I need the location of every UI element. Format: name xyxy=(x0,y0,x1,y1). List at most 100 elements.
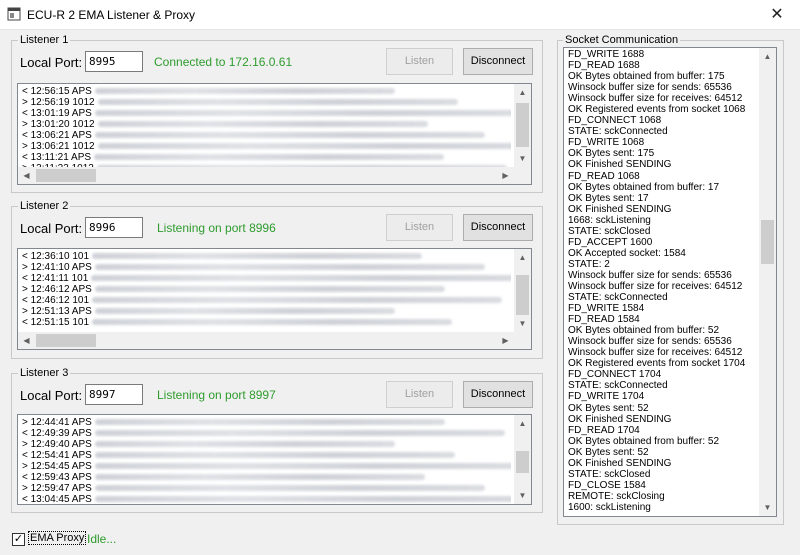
socket-log-row[interactable]: OK Accepted socket: 1584 xyxy=(568,248,758,259)
socket-vscroll[interactable]: ▲ ▼ xyxy=(759,48,776,516)
listener-3-port-input[interactable]: 8997 xyxy=(85,384,143,405)
socket-log-row[interactable]: FD_READ 1688 xyxy=(568,60,758,71)
log-row[interactable]: < 12:54:41 APS xyxy=(22,450,511,461)
socket-log[interactable]: FD_WRITE 1688 FD_READ 1688 OK Bytes obtain… xyxy=(563,47,777,517)
socket-log-row[interactable]: OK Bytes obtained from buffer: 52 xyxy=(568,325,758,336)
socket-log-row[interactable]: OK Bytes sent: 52 xyxy=(568,447,758,458)
ema-proxy-checkbox[interactable]: ✓ xyxy=(12,533,25,546)
listener-2-vscroll[interactable]: ▲ ▼ xyxy=(514,249,531,332)
log-row[interactable]: > 12:56:19 1012 xyxy=(22,97,511,108)
socket-log-row[interactable]: OK Bytes obtained from buffer: 17 xyxy=(568,182,758,193)
scroll-up-icon[interactable]: ▲ xyxy=(759,48,776,65)
scroll-thumb[interactable] xyxy=(36,169,96,182)
socket-log-row[interactable]: STATE: sckClosed xyxy=(568,469,758,480)
listener-3-disconnect-button[interactable]: Disconnect xyxy=(463,381,533,408)
log-row[interactable]: > 12:41:10 APS xyxy=(22,262,511,273)
listener-2-port-input[interactable]: 8996 xyxy=(85,217,143,238)
socket-log-row[interactable]: FD_READ 1068 xyxy=(568,171,758,182)
scroll-up-icon[interactable]: ▲ xyxy=(514,415,531,432)
scroll-up-icon[interactable]: ▲ xyxy=(514,84,531,101)
socket-log-row[interactable]: OK Bytes obtained from buffer: 52 xyxy=(568,436,758,447)
log-row[interactable]: > 12:51:13 APS xyxy=(22,306,511,317)
scroll-left-icon[interactable]: ◀ xyxy=(18,167,35,184)
socket-log-row[interactable]: FD_WRITE 1704 xyxy=(568,391,758,402)
listener-1-hscroll[interactable]: ◀ ▶ xyxy=(18,167,514,184)
socket-log-row[interactable]: FD_WRITE 1068 xyxy=(568,137,758,148)
scroll-down-icon[interactable]: ▼ xyxy=(759,499,776,516)
log-row[interactable]: < 13:01:19 APS xyxy=(22,108,511,119)
socket-log-row[interactable]: 1668: sckListening xyxy=(568,215,758,226)
socket-log-row[interactable]: REMOTE: sckClosing xyxy=(568,491,758,502)
socket-log-row[interactable]: STATE: sckConnected xyxy=(568,126,758,137)
log-row[interactable]: > 12:44:41 APS xyxy=(22,417,511,428)
listener-2-listen-button[interactable]: Listen xyxy=(386,214,453,241)
socket-log-row[interactable]: FD_CONNECT 1068 xyxy=(568,115,758,126)
log-row[interactable]: < 12:49:39 APS xyxy=(22,428,511,439)
socket-log-row[interactable]: OK Bytes sent: 17 xyxy=(568,193,758,204)
scroll-thumb[interactable] xyxy=(761,220,774,264)
scroll-thumb[interactable] xyxy=(36,334,96,347)
socket-log-row[interactable]: Winsock buffer size for receives: 64512 xyxy=(568,93,758,104)
socket-log-row[interactable]: FD_READ 1704 xyxy=(568,425,758,436)
log-row[interactable]: < 12:41:11 101 xyxy=(22,273,511,284)
socket-log-row[interactable]: STATE: sckClosed xyxy=(568,226,758,237)
socket-log-row[interactable]: STATE: sckConnected xyxy=(568,380,758,391)
listener-2-disconnect-button[interactable]: Disconnect xyxy=(463,214,533,241)
socket-log-row[interactable]: FD_READ 1584 xyxy=(568,314,758,325)
socket-log-row[interactable]: OK Finished SENDING xyxy=(568,458,758,469)
scroll-down-icon[interactable]: ▼ xyxy=(514,487,531,504)
listener-3-vscroll[interactable]: ▲ ▼ xyxy=(514,415,531,504)
scroll-down-icon[interactable]: ▼ xyxy=(514,150,531,167)
socket-log-row[interactable]: OK Finished SENDING xyxy=(568,204,758,215)
log-row[interactable]: < 13:04:45 APS xyxy=(22,494,511,504)
socket-log-row[interactable]: OK Finished SENDING xyxy=(568,414,758,425)
listener-1-disconnect-button[interactable]: Disconnect xyxy=(463,48,533,75)
scroll-down-icon[interactable]: ▼ xyxy=(514,315,531,332)
socket-log-row[interactable]: FD_WRITE 1584 xyxy=(568,303,758,314)
scroll-right-icon[interactable]: ▶ xyxy=(497,167,514,184)
scroll-left-icon[interactable]: ◀ xyxy=(18,332,35,349)
socket-log-row[interactable]: OK Bytes sent: 52 xyxy=(568,403,758,414)
socket-log-row[interactable]: STATE: 2 xyxy=(568,259,758,270)
log-row[interactable]: < 12:46:12 101 xyxy=(22,295,511,306)
listener-2-log[interactable]: < 12:36:10 101 > 12:41:10 APS < 12:41:11 1… xyxy=(17,248,532,350)
socket-log-row[interactable]: Winsock buffer size for sends: 65536 xyxy=(568,270,758,281)
scroll-thumb[interactable] xyxy=(516,451,529,473)
scroll-right-icon[interactable]: ▶ xyxy=(497,332,514,349)
log-row[interactable]: < 12:59:43 APS xyxy=(22,472,511,483)
listener-1-listen-button[interactable]: Listen xyxy=(386,48,453,75)
scroll-up-icon[interactable]: ▲ xyxy=(514,249,531,266)
listener-1-vscroll[interactable]: ▲ ▼ xyxy=(514,84,531,167)
listener-3-listen-button[interactable]: Listen xyxy=(386,381,453,408)
listener-3-log[interactable]: > 12:44:41 APS < 12:49:39 APS > 12:49:40 A… xyxy=(17,414,532,505)
log-row[interactable]: > 12:54:45 APS xyxy=(22,461,511,472)
title-bar[interactable]: ECU-R 2 EMA Listener & Proxy ✕ xyxy=(0,0,800,30)
socket-log-row[interactable]: OK Bytes sent: 175 xyxy=(568,148,758,159)
socket-log-row[interactable]: Winsock buffer size for sends: 65536 xyxy=(568,82,758,93)
log-row[interactable]: > 13:01:20 1012 xyxy=(22,119,511,130)
listener-1-port-input[interactable]: 8995 xyxy=(85,51,143,72)
log-row[interactable]: < 13:06:21 APS xyxy=(22,130,511,141)
socket-log-row[interactable]: 1600: sckListening xyxy=(568,502,758,513)
log-row[interactable]: < 12:56:15 APS xyxy=(22,86,511,97)
log-row[interactable]: > 12:46:12 APS xyxy=(22,284,511,295)
log-row[interactable]: > 13:06:21 1012 xyxy=(22,141,511,152)
log-row[interactable]: > 12:59:47 APS xyxy=(22,483,511,494)
socket-log-row[interactable]: OK Bytes obtained from buffer: 175 xyxy=(568,71,758,82)
ema-proxy-label[interactable]: EMA Proxy xyxy=(27,531,87,545)
listener-1-log[interactable]: < 12:56:15 APS > 12:56:19 1012 < 13:01:19 … xyxy=(17,83,532,185)
socket-log-row[interactable]: FD_ACCEPT 1600 xyxy=(568,237,758,248)
log-row[interactable]: < 13:11:21 APS xyxy=(22,152,511,163)
socket-log-row[interactable]: FD_WRITE 1688 xyxy=(568,49,758,60)
socket-log-row[interactable]: FD_CLOSE 1584 xyxy=(568,480,758,491)
scroll-thumb[interactable] xyxy=(516,275,529,315)
socket-log-row[interactable]: FD_CONNECT 1704 xyxy=(568,369,758,380)
close-button[interactable]: ✕ xyxy=(754,0,800,29)
socket-log-row[interactable]: OK Registered events from socket 1068 xyxy=(568,104,758,115)
listener-2-hscroll[interactable]: ◀ ▶ xyxy=(18,332,514,349)
socket-log-row[interactable]: Winsock buffer size for sends: 65536 xyxy=(568,336,758,347)
socket-log-row[interactable]: OK Registered events from socket 1704 xyxy=(568,358,758,369)
log-row[interactable]: < 12:51:15 101 xyxy=(22,317,511,328)
log-row[interactable]: < 12:36:10 101 xyxy=(22,251,511,262)
socket-log-row[interactable]: Winsock buffer size for receives: 64512 xyxy=(568,347,758,358)
